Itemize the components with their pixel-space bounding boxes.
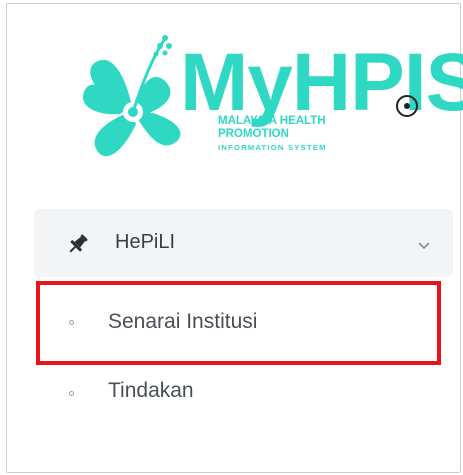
highlight-box	[36, 281, 441, 365]
sidebar-toggle-button[interactable]	[396, 95, 418, 117]
logo-wordmark: MyHPIS	[180, 37, 463, 128]
logo-subtitle-line3: INFORMATION SYSTEM	[218, 143, 327, 152]
myhpis-logo: MyHPIS MALAYSIA HEALTH PROMOTION INFORMA…	[70, 28, 463, 184]
menu-group-hepili[interactable]: HePiLI	[34, 209, 453, 277]
circle-dot-icon	[404, 103, 410, 109]
bullet-icon	[69, 391, 74, 396]
pin-icon	[66, 232, 90, 261]
chevron-down-icon	[418, 237, 430, 255]
logo-subtitle-line2: PROMOTION	[218, 128, 289, 140]
logo-subtitle-line1: MALAYSIA HEALTH	[218, 115, 326, 127]
menu-item-tindakan[interactable]: Tindakan	[34, 362, 453, 422]
menu-item-label: Tindakan	[108, 379, 194, 402]
menu-group-label: HePiLI	[115, 231, 176, 253]
